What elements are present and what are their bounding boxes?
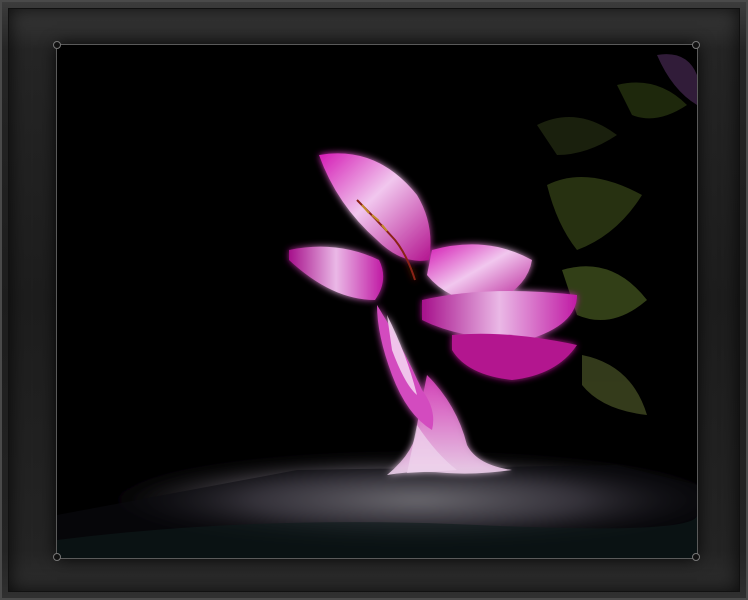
frame-corner-top-left [53,41,61,49]
picture-frame [0,0,748,600]
flower-illustration [57,45,697,558]
flower-photo [57,45,697,558]
frame-corner-top-right [692,41,700,49]
frame-corner-bottom-left [53,553,61,561]
frame-corner-bottom-right [692,553,700,561]
